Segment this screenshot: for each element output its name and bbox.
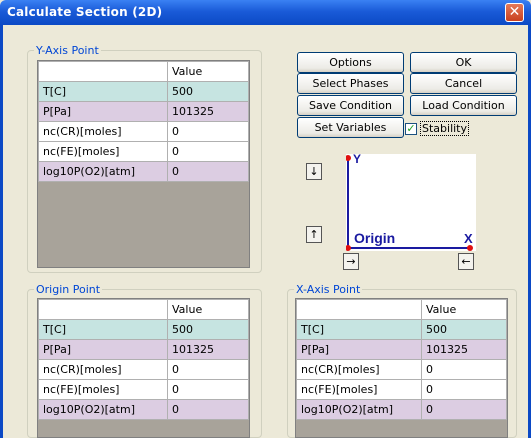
table-row: nc(FE)[moles] 0 <box>296 379 507 400</box>
row-label: P[Pa] <box>38 101 168 122</box>
row-label: log10P(O2)[atm] <box>296 399 422 420</box>
origin-label: Origin <box>354 230 395 246</box>
row-value: 101325 <box>167 101 249 122</box>
row-label: T[C] <box>38 81 168 102</box>
arrow-down-icon: ↓ <box>309 165 319 178</box>
table-row: nc(FE)[moles] 0 <box>38 379 249 400</box>
x-axis-point-table: Value T[C] 500 P[Pa] 101325 nc(CR)[moles] 0 nc… <box>295 298 508 438</box>
move-down-button[interactable]: ↓ <box>306 163 322 180</box>
origin-point-legend: Origin Point <box>36 283 101 296</box>
row-label: P[Pa] <box>296 339 422 360</box>
arrow-up-icon: ↑ <box>309 228 319 241</box>
y-axis-point-marker <box>345 155 351 161</box>
row-value[interactable]: 0 <box>167 359 249 380</box>
row-label: nc(FE)[moles] <box>296 379 422 400</box>
y-axis-label: Y <box>353 154 361 166</box>
row-label: P[Pa] <box>38 339 168 360</box>
axis-diagram-svg: Y Origin X <box>345 152 473 251</box>
row-value: 101325 <box>167 339 249 360</box>
table-header-blank <box>38 61 168 82</box>
row-value: 0 <box>167 161 249 182</box>
table-row: nc(CR)[moles] 0 <box>38 121 249 142</box>
table-row: log10P(O2)[atm] 0 <box>296 399 507 420</box>
y-axis-point-legend: Y-Axis Point <box>36 44 99 57</box>
row-value[interactable]: 0 <box>421 379 507 400</box>
row-value: 500 <box>421 319 507 340</box>
row-value: 101325 <box>421 339 507 360</box>
row-label: log10P(O2)[atm] <box>38 161 168 182</box>
table-row: nc(CR)[moles] 0 <box>38 359 249 380</box>
row-value: 0 <box>421 399 507 420</box>
x-axis-label: X <box>464 231 473 246</box>
move-left-button[interactable]: ← <box>458 253 474 270</box>
row-value: 500 <box>167 319 249 340</box>
move-up-button[interactable]: ↑ <box>306 226 322 243</box>
close-button[interactable]: ✕ <box>505 3 524 22</box>
table-row: T[C] 500 <box>296 319 507 340</box>
table-row: P[Pa] 101325 <box>38 339 249 360</box>
origin-point-table: Value T[C] 500 P[Pa] 101325 nc(CR)[moles] 0 nc… <box>37 298 250 438</box>
table-row: T[C] 500 <box>38 81 249 102</box>
table-header-value: Value <box>167 61 249 82</box>
table-header-blank <box>296 299 422 320</box>
table-row: log10P(O2)[atm] 0 <box>38 161 249 182</box>
row-label: nc(CR)[moles] <box>38 121 168 142</box>
row-label: T[C] <box>296 319 422 340</box>
table-row: P[Pa] 101325 <box>296 339 507 360</box>
axis-diagram: Y Origin X <box>345 152 476 251</box>
table-row: P[Pa] 101325 <box>38 101 249 122</box>
row-label: nc(CR)[moles] <box>38 359 168 380</box>
save-condition-button[interactable]: Save Condition <box>297 95 404 116</box>
row-value: 500 <box>167 81 249 102</box>
table-row: nc(FE)[moles] 0 <box>38 141 249 162</box>
row-label: nc(CR)[moles] <box>296 359 422 380</box>
ok-button[interactable]: OK <box>410 52 517 73</box>
row-value: 0 <box>167 399 249 420</box>
select-phases-button[interactable]: Select Phases <box>297 73 404 94</box>
stability-check-icon[interactable]: ✓ <box>405 122 417 135</box>
title-bar: Calculate Section (2D) ✕ <box>0 0 531 25</box>
load-condition-button[interactable]: Load Condition <box>410 95 517 116</box>
window-title: Calculate Section (2D) <box>7 5 163 19</box>
arrow-left-icon: ← <box>461 255 471 268</box>
row-value[interactable]: 0 <box>167 379 249 400</box>
table-header-value: Value <box>167 299 249 320</box>
y-axis-point-table: Value T[C] 500 P[Pa] 101325 nc(CR)[moles] 0 nc… <box>37 60 250 268</box>
row-label: log10P(O2)[atm] <box>38 399 168 420</box>
stability-checkbox[interactable]: ✓ Stability <box>405 121 470 136</box>
table-row: T[C] 500 <box>38 319 249 340</box>
table-row: nc(CR)[moles] 0 <box>296 359 507 380</box>
row-value[interactable]: 0 <box>167 121 249 142</box>
arrow-right-icon: → <box>346 255 356 268</box>
move-right-button[interactable]: → <box>343 253 359 270</box>
row-value[interactable]: 0 <box>167 141 249 162</box>
row-label: nc(FE)[moles] <box>38 141 168 162</box>
options-button[interactable]: Options <box>297 52 404 73</box>
row-label: T[C] <box>38 319 168 340</box>
stability-label: Stability <box>420 121 470 136</box>
table-header-blank <box>38 299 168 320</box>
table-row: log10P(O2)[atm] 0 <box>38 399 249 420</box>
row-label: nc(FE)[moles] <box>38 379 168 400</box>
origin-point-marker <box>345 245 351 251</box>
close-icon: ✕ <box>508 4 521 20</box>
table-header-value: Value <box>421 299 507 320</box>
set-variables-button[interactable]: Set Variables <box>297 117 404 138</box>
cancel-button[interactable]: Cancel <box>410 73 517 94</box>
x-axis-point-legend: X-Axis Point <box>296 283 361 296</box>
row-value[interactable]: 0 <box>421 359 507 380</box>
